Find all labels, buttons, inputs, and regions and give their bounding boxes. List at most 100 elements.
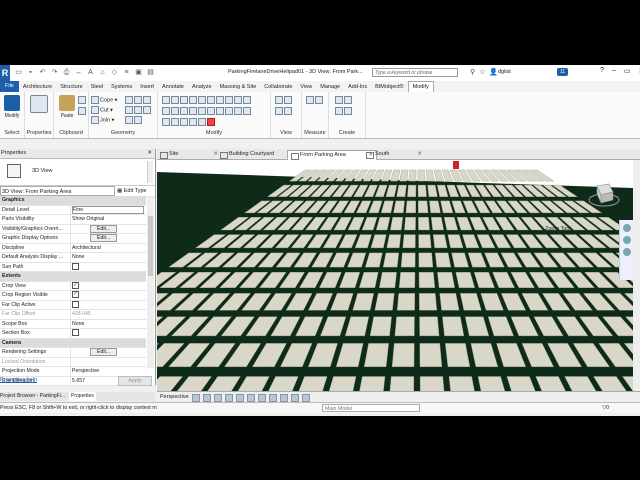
property-value[interactable] [71,300,146,310]
property-value[interactable] [71,358,146,367]
steering-wheel-icon[interactable] [623,224,631,232]
property-value[interactable]: Edit... [71,234,146,243]
tab-collaborate[interactable]: Collaborate [260,84,296,90]
binoculars-icon[interactable]: ⚲ [470,68,475,76]
help-icon[interactable]: ? [600,67,604,75]
sun-path-icon[interactable] [225,394,233,402]
tab-building-courtyard[interactable]: Building Courtyard✕ [217,150,295,159]
tab-massing-site[interactable]: Massing & Site [216,84,261,90]
user-name[interactable]: dglist [498,69,511,75]
star-icon[interactable]: ☆ [479,68,485,76]
save-icon[interactable]: ▪ [26,68,35,77]
navigation-bar[interactable] [619,220,633,280]
tab-steel[interactable]: Steel [87,84,108,90]
hide-icon[interactable] [291,394,299,402]
edit-type-button[interactable]: ▦ Edit Type [117,186,147,196]
property-value[interactable]: Architectural [71,244,146,253]
close-icon[interactable]: ✕ [147,149,152,158]
zoom-icon[interactable] [623,236,631,244]
modify-button[interactable]: Modify [1,95,23,119]
copy-icon[interactable] [78,96,87,104]
property-section-header[interactable]: Extents [0,272,146,282]
align-tools[interactable] [162,96,252,104]
property-value[interactable] [71,329,146,338]
checkbox-unchecked[interactable] [72,300,79,308]
edit-button[interactable]: Edit... [90,234,118,242]
apply-button[interactable]: Apply [118,376,152,386]
thin-lines-icon[interactable]: ≡ [122,68,131,77]
tab-bimobject[interactable]: BIMobject® [371,84,408,90]
tab-site[interactable]: Site ✕ [157,150,221,159]
visual-style-icon[interactable] [214,394,222,402]
geometry-tools-2[interactable] [125,106,152,114]
create-tools[interactable] [335,96,353,104]
join-button[interactable]: Join ▾ [91,116,114,124]
checkbox-checked[interactable]: ✓ [72,281,79,289]
section-icon[interactable]: ◇ [110,68,119,77]
user-icon[interactable]: 👤 [489,68,498,76]
tab-architecture[interactable]: Architecture [19,84,56,90]
tab-insert[interactable]: Insert [136,84,158,90]
property-value[interactable]: 428.045 [71,310,146,319]
edit-button[interactable]: Edit... [90,348,118,356]
3d-view-icon[interactable]: ⌂ [98,68,107,77]
cope-button[interactable]: Cope ▾ [91,96,117,104]
property-value[interactable]: None [71,253,146,262]
print-icon[interactable]: ⎙ [62,68,71,77]
search-input[interactable]: Type a keyword or phrase [372,68,458,77]
tab-manage[interactable]: Manage [316,84,344,90]
property-value[interactable]: None [71,320,146,329]
filter-count[interactable]: ▽0 [602,403,609,413]
paste-button[interactable]: Paste [57,95,77,119]
minimize-icon[interactable]: – [612,67,616,75]
tab-structure[interactable]: Structure [56,84,86,90]
tab-view[interactable]: View [296,84,316,90]
lock-icon[interactable] [280,394,288,402]
move-tools[interactable] [162,107,252,115]
viewcube[interactable] [587,178,621,212]
select-label[interactable]: Select [0,130,24,136]
switch-windows-icon[interactable]: ▤ [146,68,155,77]
geometry-tools[interactable] [125,96,152,104]
orbit-icon[interactable] [623,248,631,256]
tab-south[interactable]: South ✕ [363,150,425,159]
crop-visible-icon[interactable] [269,394,277,402]
tab-properties[interactable]: Properties [69,392,96,401]
maximize-icon[interactable]: ▭ [624,67,631,75]
crop-icon[interactable] [258,394,266,402]
measure-tools[interactable] [306,96,324,104]
tab-systems[interactable]: Systems [107,84,136,90]
property-section-header[interactable]: Camera [0,338,146,348]
close-hidden-icon[interactable]: ▣ [134,68,143,77]
text-icon[interactable]: A [86,68,95,77]
revit-logo-icon[interactable]: R [0,65,10,81]
property-value[interactable] [71,262,146,272]
instance-selector[interactable]: 3D View: From Parking Area [0,186,115,196]
scale-icon[interactable] [192,394,200,402]
type-selector[interactable]: 3D View [0,159,155,186]
canvas-scrollbar[interactable] [633,160,640,391]
properties-scrollbar[interactable] [147,196,154,368]
geometry-tools-3[interactable] [125,116,143,124]
array-tools[interactable] [162,118,216,126]
property-value[interactable]: ✓ [71,291,146,300]
type-selector-scroll[interactable] [147,161,153,183]
property-value[interactable]: Show Original [71,215,146,224]
property-value[interactable]: ✓ [71,281,146,291]
edit-button[interactable]: Edit... [90,224,118,233]
cut-icon[interactable] [78,107,87,115]
tab-file[interactable]: File [0,81,19,92]
create-tools-2[interactable] [335,107,353,115]
reveal-icon[interactable] [302,394,310,402]
property-value[interactable]: Fine [71,205,146,215]
notification-badge[interactable]: 11 [557,68,569,76]
detail-level-icon[interactable] [203,394,211,402]
property-value[interactable]: Edit... [71,348,146,357]
tab-modify[interactable]: Modify [407,81,434,92]
scroll-thumb[interactable] [148,216,153,276]
open-icon[interactable]: ▭ [14,68,23,77]
close-icon[interactable]: ✕ [417,150,422,159]
view-tools[interactable] [275,96,293,104]
tab-project-browser[interactable]: Project Browser - ParkingFi... [0,392,65,401]
undo-icon[interactable]: ↶ [38,68,47,77]
